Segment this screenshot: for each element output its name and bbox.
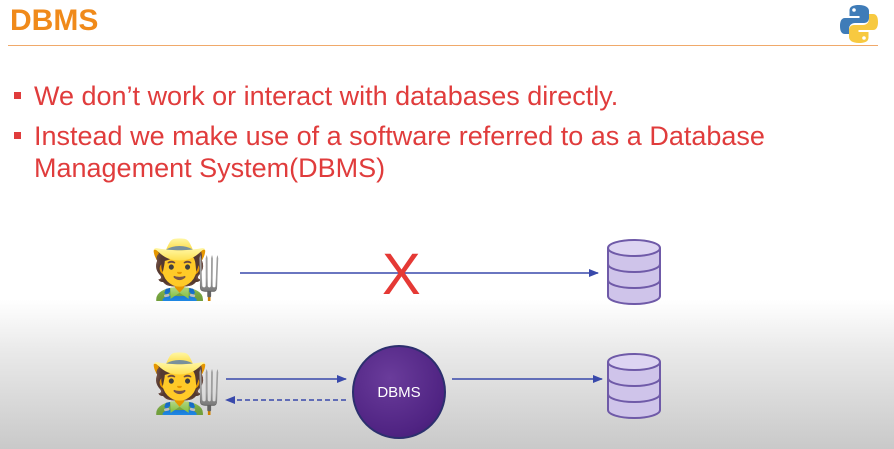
database-icon	[607, 239, 661, 305]
dbms-node: DBMS	[352, 345, 446, 439]
farmer-user-icon: 🧑‍🌾	[150, 237, 223, 302]
database-icon	[607, 353, 661, 419]
dbms-diagram	[225, 239, 661, 419]
dbms-label: DBMS	[377, 383, 421, 401]
blocked-x-mark: X	[382, 242, 421, 307]
farmer-user-icon: 🧑‍🌾	[150, 351, 223, 416]
